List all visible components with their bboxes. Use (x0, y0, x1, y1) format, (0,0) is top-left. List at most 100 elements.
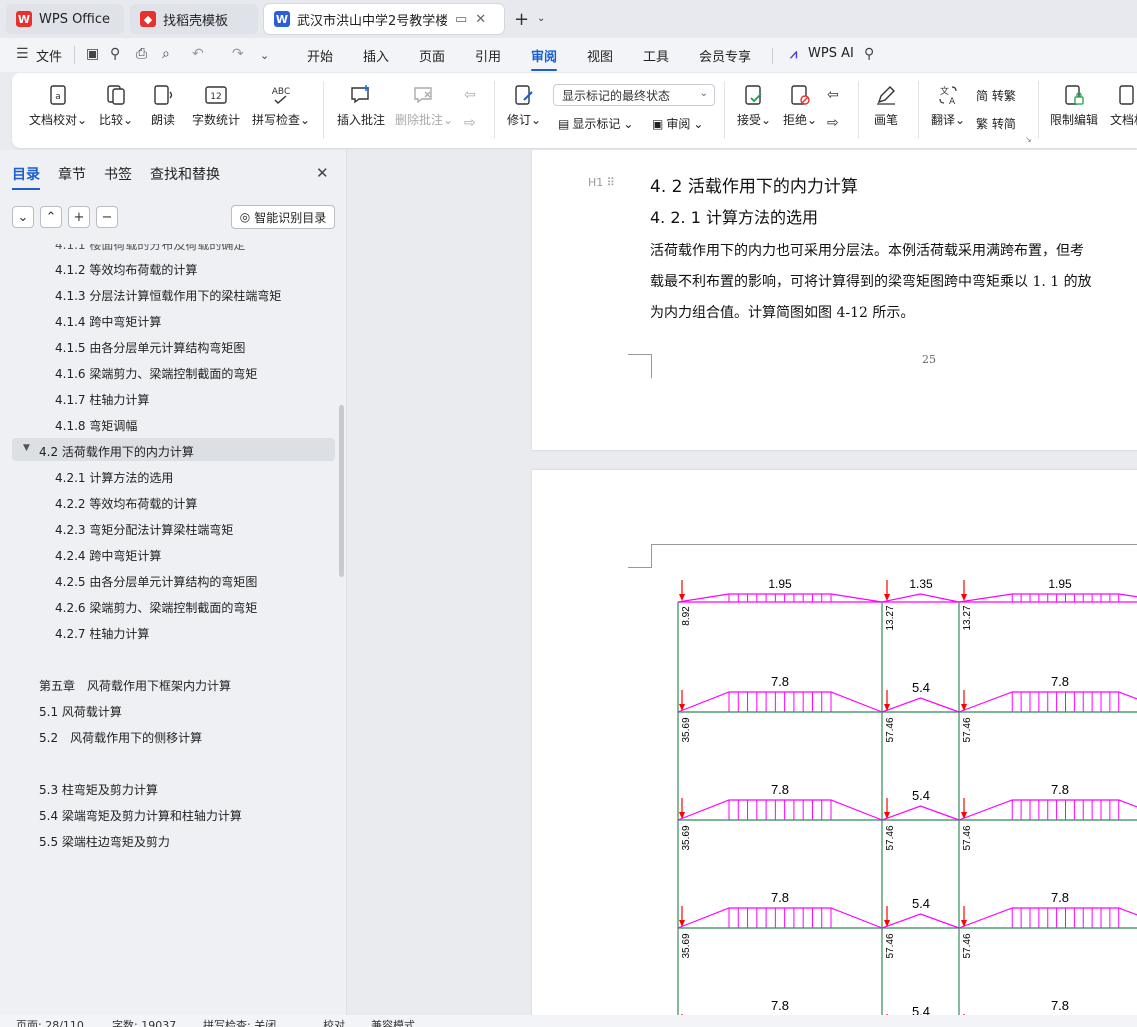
hamburger-menu-icon[interactable]: ☰ (16, 46, 29, 62)
tab-current-document[interactable]: W 武汉市洪山中学2号教学楼设计 ▭ ✕ (264, 4, 504, 34)
to-simplified-button[interactable]: 繁 转简 (976, 115, 1016, 132)
document-proof-button[interactable]: a 文档校对⌄ (28, 83, 88, 128)
monitor-icon[interactable]: ▭ (455, 12, 467, 27)
add-heading-button[interactable]: + (68, 206, 90, 228)
compare-button[interactable]: 比较⌄ (96, 83, 136, 128)
accept-button[interactable]: 接受⌄ (732, 83, 776, 128)
paragraph-line[interactable]: 活荷载作用下的内力也可采用分层法。本例活荷载采用满跨布置，但考 (650, 240, 1084, 260)
reject-button[interactable]: 拒绝⌄ (778, 83, 822, 128)
toc-item[interactable]: 4.1.7 柱轴力计算 (55, 391, 149, 408)
status-spell-check[interactable]: 拼写检查: 关闭 (203, 1017, 276, 1027)
toc-item[interactable]: 4.2.6 梁端剪力、梁端控制截面的弯矩 (55, 599, 257, 616)
nav-tab-find-replace[interactable]: 查找和替换 (150, 164, 220, 184)
remove-heading-button[interactable]: − (96, 206, 118, 228)
toc-item[interactable]: 4.2.2 等效均布荷载的计算 (55, 495, 197, 512)
svg-text:12: 12 (210, 92, 221, 102)
heading-4-2-1[interactable]: 4. 2. 1 计算方法的选用 (650, 204, 818, 228)
toc-item[interactable]: 4.2.1 计算方法的选用 (55, 469, 173, 486)
tab-docer-templates[interactable]: ◆ 找稻壳模板 (130, 4, 258, 34)
menu-page[interactable]: 页面 (419, 46, 445, 65)
toc-item-cutoff[interactable]: 4.1.1 楼面荷载的分布及荷载的确定 (55, 244, 245, 253)
nav-scrollbar[interactable] (339, 405, 344, 577)
dialog-launcher-icon[interactable]: ↘ (1025, 135, 1032, 144)
toc-item[interactable]: 5.3 柱弯矩及剪力计算 (39, 781, 158, 798)
toc-item[interactable]: 4.1.5 由各分层单元计算结构弯矩图 (55, 339, 245, 356)
document-proof-icon: a (50, 85, 66, 105)
print-icon[interactable]: ⎙ (136, 46, 147, 62)
load-value-label: 7.8 (771, 674, 789, 689)
tab-wps-office[interactable]: W WPS Office (6, 4, 124, 34)
status-page[interactable]: 页面: 28/110 (16, 1017, 84, 1027)
previous-change-icon[interactable]: ⇦ (827, 87, 839, 103)
toc-item[interactable]: 4.1.2 等效均布荷载的计算 (55, 261, 197, 278)
nav-tab-toc[interactable]: 目录 (12, 164, 40, 190)
toc-item[interactable]: 4.1.4 跨中弯矩计算 (55, 313, 161, 330)
close-pane-icon[interactable]: ✕ (316, 164, 329, 182)
quick-access-chevron-icon[interactable]: ⌄ (260, 49, 269, 62)
toc-item[interactable]: 5.2 风荷载作用下的侧移计算 (39, 729, 202, 746)
word-count-button[interactable]: 12 字数统计 (188, 83, 244, 128)
redo-icon[interactable]: ↷ (232, 46, 244, 62)
toc-item[interactable]: 4.2.5 由各分层单元计算结构的弯矩图 (55, 573, 257, 590)
document-permission-button[interactable]: 文档权 (1108, 83, 1137, 128)
next-change-icon[interactable]: ⇨ (827, 115, 839, 131)
tab-list-chevron-icon[interactable]: ⌄ (537, 13, 545, 24)
review-pane-button[interactable]: ▣ 审阅 ⌄ (652, 115, 703, 132)
toc-item[interactable]: 5.1 风荷载计算 (39, 703, 122, 720)
collapse-up-button[interactable]: ⌃ (40, 206, 62, 228)
read-aloud-button[interactable]: 朗读 (146, 83, 180, 128)
close-tab-icon[interactable]: ✕ (475, 12, 486, 27)
toc-item[interactable]: 4.1.3 分层法计算恒载作用下的梁柱端弯矩 (55, 287, 281, 304)
paragraph-line[interactable]: 载最不利布置的影响，可将计算得到的梁弯矩图跨中弯矩乘以 1. 1 的放 (650, 271, 1092, 291)
plus-icon: + (73, 209, 85, 225)
status-word-count[interactable]: 字数: 19037 (112, 1017, 176, 1027)
share-icon[interactable]: ⚲ (110, 46, 120, 62)
delete-comment-button[interactable]: 删除批注⌄ (394, 83, 454, 128)
undo-icon[interactable]: ↶ (192, 46, 204, 62)
toc-item[interactable]: 4.1.8 弯矩调幅 (55, 417, 137, 434)
spell-check-button[interactable]: ABC 拼写检查⌄ (250, 83, 312, 128)
toc-item[interactable]: 4.2.3 弯矩分配法计算梁柱端弯矩 (55, 521, 233, 538)
menu-wps-ai[interactable]: WPS AI (808, 46, 854, 61)
distributed-load (677, 691, 883, 713)
nav-tab-bookmarks[interactable]: 书签 (104, 164, 132, 184)
heading-4-2[interactable]: 4. 2 活载作用下的内力计算 (650, 172, 858, 197)
markup-mode-select[interactable]: 显示标记的最终状态 ⌄ (553, 84, 715, 106)
toc-item[interactable]: 4.1.6 梁端剪力、梁端控制截面的弯矩 (55, 365, 257, 382)
save-icon[interactable]: ▣ (86, 46, 99, 62)
menu-tools[interactable]: 工具 (643, 46, 669, 65)
print-preview-icon[interactable]: ⌕ (162, 46, 170, 62)
next-comment-icon[interactable]: ⇨ (464, 115, 476, 131)
menu-home[interactable]: 开始 (307, 46, 333, 65)
menu-file[interactable]: 文件 (36, 46, 62, 65)
nav-tab-sections[interactable]: 章节 (58, 164, 86, 184)
previous-comment-icon[interactable]: ⇦ (464, 87, 476, 103)
restrict-editing-button[interactable]: 限制编辑 (1046, 83, 1102, 128)
compare-icon (107, 85, 125, 105)
menu-view[interactable]: 视图 (587, 46, 613, 65)
toc-item[interactable]: 4.2.4 跨中弯矩计算 (55, 547, 161, 564)
expand-down-button[interactable]: ⌄ (12, 206, 34, 228)
menu-membership[interactable]: 会员专享 (699, 46, 751, 65)
search-icon[interactable]: ⚲ (864, 46, 874, 62)
menu-insert[interactable]: 插入 (363, 46, 389, 65)
translate-button[interactable]: 文A 翻译⌄ (926, 83, 970, 128)
menu-review[interactable]: 审阅 (531, 46, 558, 71)
smart-recognize-toc-button[interactable]: ◎ 智能识别目录 (231, 205, 335, 229)
track-changes-button[interactable]: 修订⌄ (502, 83, 546, 128)
to-traditional-button[interactable]: 简 转繁 (976, 87, 1016, 104)
ink-pen-button[interactable]: 画笔 (868, 83, 904, 128)
insert-comment-button[interactable]: 插入批注 (334, 83, 388, 128)
toc-item[interactable]: 5.4 梁端弯矩及剪力计算和柱轴力计算 (39, 807, 242, 824)
toc-item-selected[interactable]: ▼ 4.2 活荷载作用下的内力计算 (12, 438, 335, 461)
toc-item[interactable]: 4.2.7 柱轴力计算 (55, 625, 149, 642)
status-proof[interactable]: 校对 (323, 1017, 345, 1027)
new-tab-icon[interactable]: + (514, 9, 529, 30)
collapse-triangle-icon[interactable]: ▼ (23, 443, 30, 453)
paragraph-line[interactable]: 为内力组合值。计算简图如图 4-12 所示。 (650, 302, 914, 322)
chevron-down-icon: ⌄ (699, 88, 708, 99)
toc-item[interactable]: 5.5 梁端柱边弯矩及剪力 (39, 833, 170, 850)
menu-references[interactable]: 引用 (475, 46, 501, 65)
show-markup-button[interactable]: ▤ 显示标记 ⌄ (558, 115, 633, 132)
toc-item[interactable]: 第五章 风荷载作用下框架内力计算 (39, 677, 231, 694)
